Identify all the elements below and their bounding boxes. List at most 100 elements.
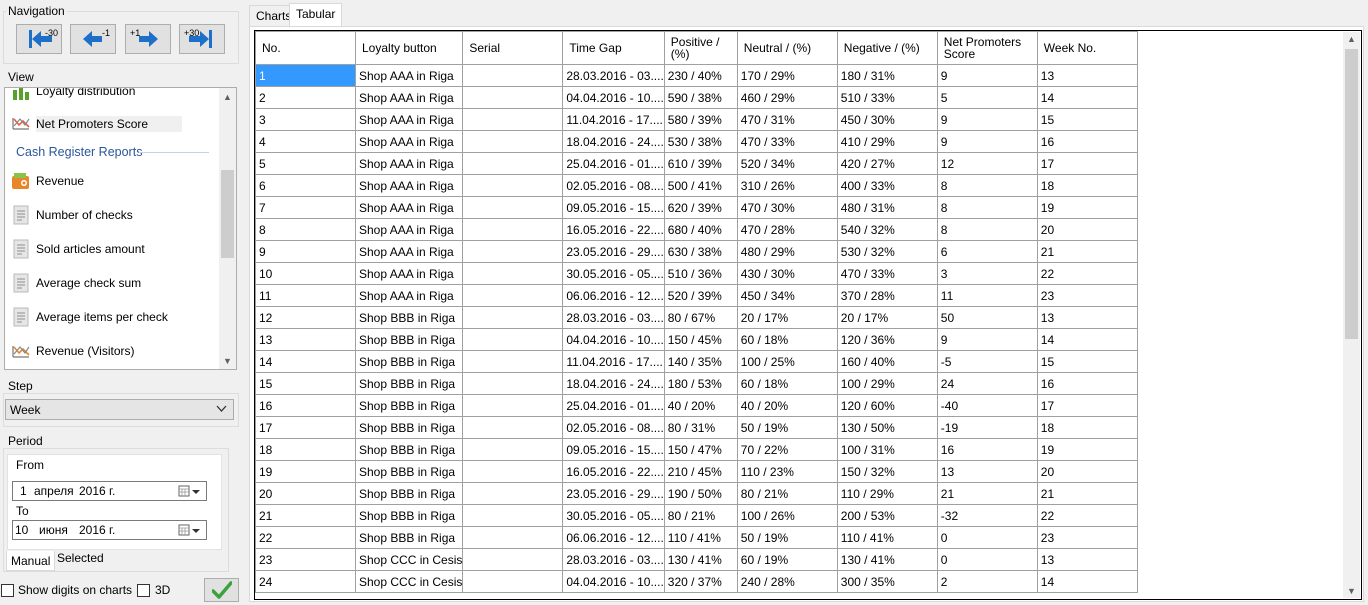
col-no-cell[interactable]: 1 xyxy=(255,64,356,87)
col-positive-cell[interactable]: 110 / 41% xyxy=(663,526,738,549)
col-no-cell[interactable]: 15 xyxy=(255,372,356,395)
table-row[interactable]: 4 Shop AAA in Riga 18.04.2016 - 24.... 530 … xyxy=(255,130,1138,153)
table-row[interactable]: 8 Shop AAA in Riga 16.05.2016 - 22.... 680 … xyxy=(255,218,1138,241)
to-date-picker[interactable]: 10 июня 2016 г. xyxy=(12,520,207,540)
col-nps-cell[interactable]: 9 xyxy=(936,64,1038,87)
col-loyalty-button-cell[interactable]: Shop AAA in Riga xyxy=(354,262,464,285)
table-row[interactable]: 22 Shop BBB in Riga 06.06.2016 - 12.... 110… xyxy=(255,526,1138,549)
col-serial-cell[interactable] xyxy=(462,328,564,351)
col-loyalty-button-cell[interactable]: Shop AAA in Riga xyxy=(354,284,464,307)
table-row[interactable]: 21 Shop BBB in Riga 30.05.2016 - 05.... 80 … xyxy=(255,504,1138,527)
col-time-gap-header[interactable]: Time Gap xyxy=(562,31,665,65)
col-nps-cell[interactable]: 24 xyxy=(936,372,1038,395)
col-no-cell[interactable]: 23 xyxy=(255,548,356,571)
col-neutral-cell[interactable]: 50 / 19% xyxy=(736,416,838,439)
col-no-cell[interactable]: 13 xyxy=(255,328,356,351)
table-row[interactable]: 10 Shop AAA in Riga 30.05.2016 - 05.... 510… xyxy=(255,262,1138,285)
col-neutral-cell[interactable]: 470 / 31% xyxy=(736,108,838,131)
col-serial-cell[interactable] xyxy=(462,438,564,461)
col-serial-cell[interactable] xyxy=(462,416,564,439)
col-nps-cell[interactable]: 5 xyxy=(936,86,1038,109)
col-no-cell[interactable]: 24 xyxy=(255,570,356,593)
col-no-cell[interactable]: 5 xyxy=(255,152,356,175)
col-negative-cell[interactable]: 410 / 29% xyxy=(836,130,938,153)
col-neutral-cell[interactable]: 100 / 26% xyxy=(736,504,838,527)
col-nps-cell[interactable]: 8 xyxy=(936,174,1038,197)
col-loyalty-button-cell[interactable]: Shop BBB in Riga xyxy=(354,416,464,439)
col-serial-cell[interactable] xyxy=(462,64,564,87)
col-negative-cell[interactable]: 480 / 31% xyxy=(836,196,938,219)
col-week-no-cell[interactable]: 13 xyxy=(1036,306,1138,329)
col-neutral-cell[interactable]: 240 / 28% xyxy=(736,570,838,593)
col-negative-cell[interactable]: 510 / 33% xyxy=(836,86,938,109)
col-week-no-cell[interactable]: 22 xyxy=(1036,262,1138,285)
col-serial-cell[interactable] xyxy=(462,394,564,417)
col-time-gap-cell[interactable]: 28.03.2016 - 03.... xyxy=(562,548,665,571)
col-negative-cell[interactable]: 130 / 41% xyxy=(836,548,938,571)
col-loyalty-button-cell[interactable]: Shop AAA in Riga xyxy=(354,196,464,219)
scroll-down-icon[interactable]: ▼ xyxy=(219,352,236,369)
table-row[interactable]: 17 Shop BBB in Riga 02.05.2016 - 08.... 80 … xyxy=(255,416,1138,439)
col-loyalty-button-cell[interactable]: Shop AAA in Riga xyxy=(354,152,464,175)
table-row[interactable]: 3 Shop AAA in Riga 11.04.2016 - 17.... 580 … xyxy=(255,108,1138,131)
col-loyalty-button-cell[interactable]: Shop BBB in Riga xyxy=(354,504,464,527)
col-negative-cell[interactable]: 200 / 53% xyxy=(836,504,938,527)
col-no-cell[interactable]: 16 xyxy=(255,394,356,417)
col-time-gap-cell[interactable]: 18.04.2016 - 24.... xyxy=(562,372,665,395)
col-week-no-cell[interactable]: 19 xyxy=(1036,438,1138,461)
col-serial-cell[interactable] xyxy=(462,218,564,241)
tab-manual[interactable]: Manual xyxy=(6,551,56,571)
apply-button[interactable] xyxy=(204,578,239,602)
col-serial-cell[interactable] xyxy=(462,570,564,593)
tab-tabular[interactable]: Tabular xyxy=(289,3,343,27)
col-week-no-cell[interactable]: 16 xyxy=(1036,130,1138,153)
col-negative-cell[interactable]: 400 / 33% xyxy=(836,174,938,197)
col-nps-cell[interactable]: -40 xyxy=(936,394,1038,417)
col-negative-cell[interactable]: 110 / 41% xyxy=(836,526,938,549)
table-row[interactable]: 9 Shop AAA in Riga 23.05.2016 - 29.... 630 … xyxy=(255,240,1138,263)
col-positive-cell[interactable]: 510 / 36% xyxy=(663,262,738,285)
col-loyalty-button-cell[interactable]: Shop BBB in Riga xyxy=(354,394,464,417)
next-30-button[interactable]: +30 xyxy=(179,24,225,54)
col-loyalty-button-cell[interactable]: Shop BBB in Riga xyxy=(354,438,464,461)
col-nps-cell[interactable]: 12 xyxy=(936,152,1038,175)
col-negative-cell[interactable]: 300 / 35% xyxy=(836,570,938,593)
col-week-no-cell[interactable]: 15 xyxy=(1036,108,1138,131)
col-neutral-cell[interactable]: 170 / 29% xyxy=(736,64,838,87)
col-time-gap-cell[interactable]: 28.03.2016 - 03.... xyxy=(562,64,665,87)
col-neutral-cell[interactable]: 470 / 30% xyxy=(736,196,838,219)
col-neutral-cell[interactable]: 20 / 17% xyxy=(736,306,838,329)
col-neutral-header[interactable]: Neutral / (%) xyxy=(736,31,838,65)
col-week-no-cell[interactable]: 14 xyxy=(1036,570,1138,593)
col-nps-cell[interactable]: -5 xyxy=(936,350,1038,373)
col-week-no-cell[interactable]: 23 xyxy=(1036,526,1138,549)
col-nps-cell[interactable]: -19 xyxy=(936,416,1038,439)
table-row[interactable]: 23 Shop CCC in Cesis 28.03.2016 - 03.... 13… xyxy=(255,548,1138,571)
table-row[interactable]: 7 Shop AAA in Riga 09.05.2016 - 15.... 620 … xyxy=(255,196,1138,219)
show-digits-checkbox[interactable] xyxy=(1,584,14,597)
col-neutral-cell[interactable]: 70 / 22% xyxy=(736,438,838,461)
col-loyalty-button-cell[interactable]: Shop AAA in Riga xyxy=(354,108,464,131)
col-negative-cell[interactable]: 120 / 36% xyxy=(836,328,938,351)
col-nps-header[interactable]: Net Promoters Score xyxy=(936,31,1038,65)
col-time-gap-cell[interactable]: 02.05.2016 - 08.... xyxy=(562,416,665,439)
col-negative-cell[interactable]: 20 / 17% xyxy=(836,306,938,329)
col-negative-cell[interactable]: 110 / 29% xyxy=(836,482,938,505)
col-no-cell[interactable]: 8 xyxy=(255,218,356,241)
prev-1-button[interactable]: -1 xyxy=(70,24,116,54)
col-time-gap-cell[interactable]: 06.06.2016 - 12.... xyxy=(562,284,665,307)
col-loyalty-button-cell[interactable]: Shop AAA in Riga xyxy=(354,240,464,263)
col-week-no-cell[interactable]: 20 xyxy=(1036,460,1138,483)
col-no-cell[interactable]: 11 xyxy=(255,284,356,307)
col-week-no-cell[interactable]: 18 xyxy=(1036,174,1138,197)
view-list[interactable]: Loyalty distribution Net Promoters Score… xyxy=(4,87,237,370)
col-negative-cell[interactable]: 530 / 32% xyxy=(836,240,938,263)
col-time-gap-cell[interactable]: 06.06.2016 - 12.... xyxy=(562,526,665,549)
col-time-gap-cell[interactable]: 09.05.2016 - 15.... xyxy=(562,196,665,219)
col-serial-cell[interactable] xyxy=(462,306,564,329)
table-row[interactable]: 5 Shop AAA in Riga 25.04.2016 - 01.... 610 … xyxy=(255,152,1138,175)
col-serial-cell[interactable] xyxy=(462,196,564,219)
col-no-cell[interactable]: 17 xyxy=(255,416,356,439)
col-neutral-cell[interactable]: 310 / 26% xyxy=(736,174,838,197)
col-neutral-cell[interactable]: 460 / 29% xyxy=(736,86,838,109)
